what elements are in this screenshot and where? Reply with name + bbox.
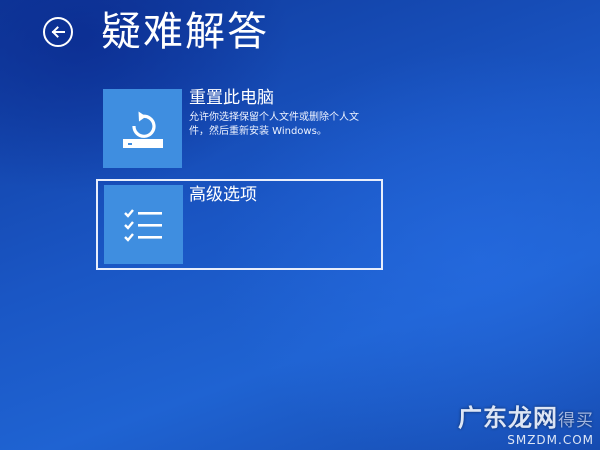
reset-pc-title: 重置此电脑	[189, 88, 274, 108]
watermark-brand-suffix: 得买	[558, 411, 594, 431]
advanced-options-icon-tile	[104, 185, 183, 264]
reset-pc-icon-tile	[103, 89, 182, 168]
watermark-brand: 广东龙网得买	[458, 398, 594, 433]
page-title: 疑难解答	[101, 9, 269, 55]
back-arrow-icon	[51, 26, 65, 38]
watermark-brand-text: 广东龙网	[458, 403, 558, 432]
checklist-icon	[123, 208, 162, 242]
advanced-options-option[interactable]: 高级选项	[96, 179, 383, 270]
reset-pc-description: 允许你选择保留个人文件或删除个人文件，然后重新安装 Windows。	[189, 112, 359, 137]
watermark-site: SMZDM.COM	[507, 433, 594, 447]
reset-pc-icon	[122, 111, 163, 148]
watermark: 广东龙网得买 SMZDM.COM	[458, 398, 594, 447]
reset-pc-option[interactable]: 重置此电脑 允许你选择保留个人文件或删除个人文件，然后重新安装 Windows。	[96, 82, 383, 173]
advanced-options-title: 高级选项	[189, 185, 257, 205]
back-button[interactable]	[43, 17, 73, 47]
